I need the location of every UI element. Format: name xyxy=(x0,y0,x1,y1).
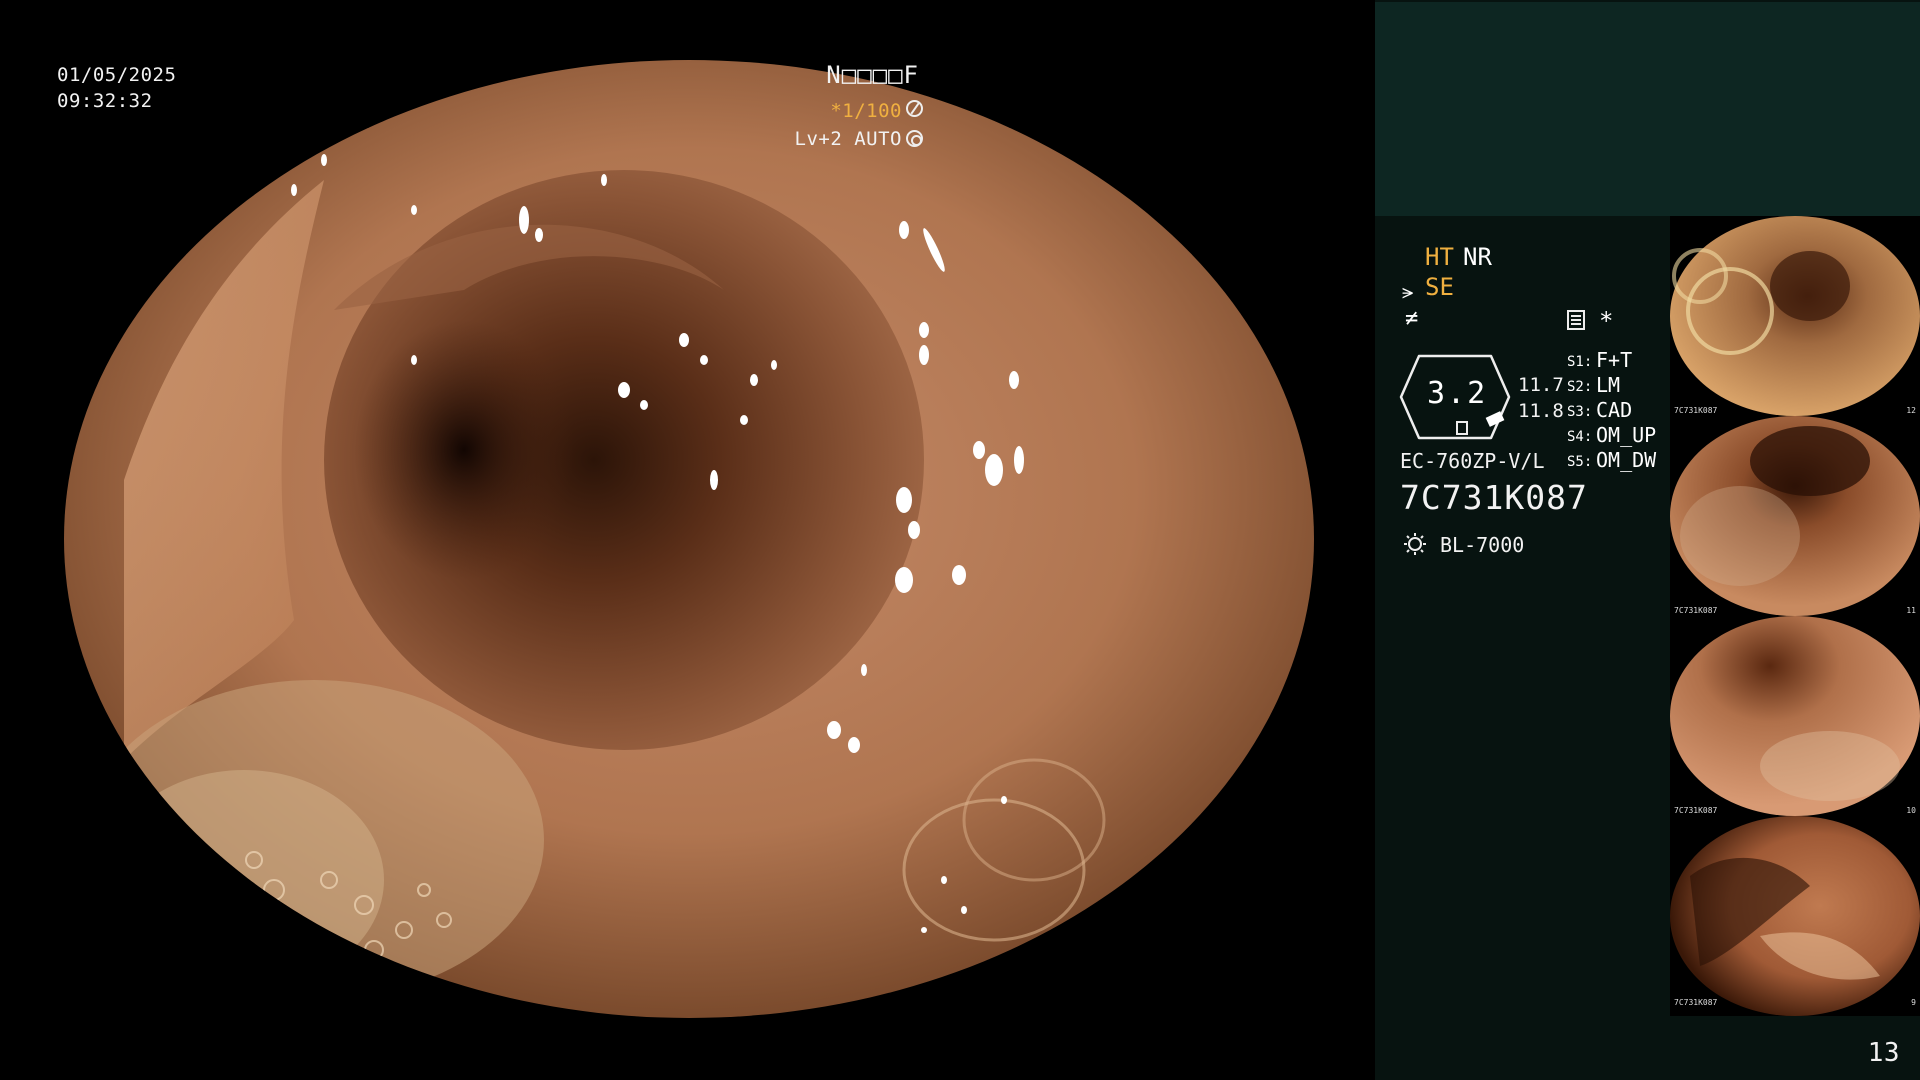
mode-ht: HT xyxy=(1425,243,1454,271)
right-panel: HT NR ⪫ SE ≠ * 3.2 11.7 11.8 S1: F+T S2:… xyxy=(1375,0,1920,1080)
slot-5-key: S5: xyxy=(1567,454,1593,470)
shutter-speed: *1/100 xyxy=(830,100,902,122)
slot-2-value: LM xyxy=(1596,373,1621,397)
capture-thumbnail-3[interactable]: 7C731K087 10 xyxy=(1670,616,1920,816)
scope-tip-icon: ⪫ xyxy=(1402,279,1414,303)
mode-nr: NR xyxy=(1463,243,1492,271)
status-code: N□□□□F xyxy=(826,61,919,89)
slot-3-value: CAD xyxy=(1596,398,1633,422)
scope-serial: 7C731K087 xyxy=(1400,478,1588,517)
page-number: 13 xyxy=(1867,1038,1900,1068)
gauge-side-value-1: 11.7 xyxy=(1518,374,1564,396)
slot-1-value: F+T xyxy=(1596,348,1633,372)
memo-star: * xyxy=(1599,307,1614,335)
date-readout: 01/05/2025 xyxy=(57,64,177,86)
scope-model: EC-760ZP-V/L xyxy=(1400,449,1545,473)
slot-4-value: OM_UP xyxy=(1596,423,1657,447)
iris-icon xyxy=(906,130,923,147)
brightness-level: Lv+2 AUTO xyxy=(794,128,902,150)
aperture-icon xyxy=(906,100,923,117)
panel-header-block xyxy=(1375,2,1920,216)
time-readout: 09:32:32 xyxy=(57,90,153,112)
endoscope-view: 01/05/2025 09:32:32 N□□□□F *1/100 Lv+2 A… xyxy=(0,0,1375,1080)
light-source: BL-7000 xyxy=(1440,533,1525,557)
gauge-side-value-2: 11.8 xyxy=(1518,400,1564,422)
slot-1-key: S1: xyxy=(1567,354,1593,370)
thumbnail-2-index: 11 xyxy=(1906,606,1916,615)
thumbnail-2-serial: 7C731K087 xyxy=(1674,606,1718,615)
endoscopic-image xyxy=(64,60,1314,1018)
thumbnail-4-serial: 7C731K087 xyxy=(1674,998,1718,1007)
slot-5-value: OM_DW xyxy=(1596,448,1657,472)
scope-info-panel xyxy=(1375,216,1670,1080)
slot-2-key: S2: xyxy=(1567,379,1593,395)
mode-se: SE xyxy=(1425,273,1454,301)
zoom-value: 3.2 xyxy=(1427,376,1488,411)
capture-thumbnail-1[interactable]: 7C731K087 12 xyxy=(1670,216,1920,416)
light-bulb-icon xyxy=(1404,533,1426,555)
thumbnail-4-index: 9 xyxy=(1911,998,1916,1007)
thumbnail-3-serial: 7C731K087 xyxy=(1674,806,1718,815)
thumbnail-3-index: 10 xyxy=(1906,806,1916,815)
filter-icon: ≠ xyxy=(1405,306,1419,331)
capture-thumbnail-4[interactable]: 7C731K087 9 xyxy=(1670,816,1920,1016)
slot-3-key: S3: xyxy=(1567,404,1593,420)
capture-thumbnail-2[interactable]: 7C731K087 11 xyxy=(1670,416,1920,616)
thumbnail-1-index: 12 xyxy=(1906,406,1916,415)
thumbnail-1-serial: 7C731K087 xyxy=(1674,406,1718,415)
memo-icon xyxy=(1567,310,1585,330)
slot-4-key: S4: xyxy=(1567,429,1593,445)
